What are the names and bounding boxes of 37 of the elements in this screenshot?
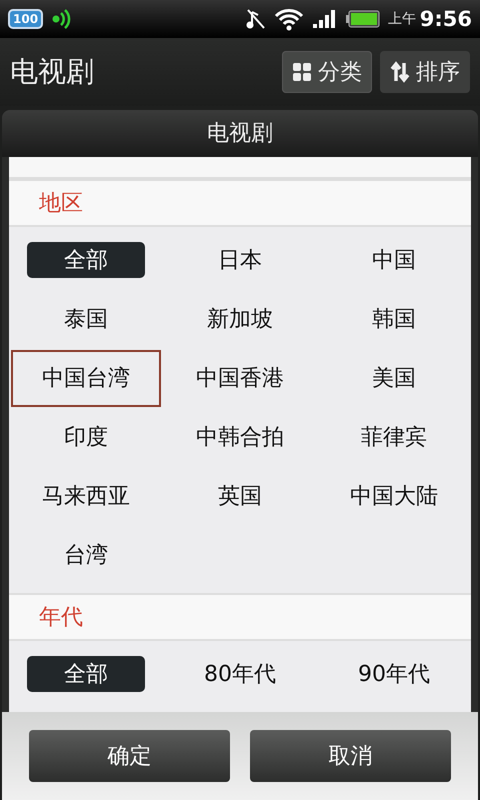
sort-icon (390, 61, 410, 83)
sort-button[interactable]: 排序 (380, 51, 470, 93)
category-button[interactable]: 分类 (282, 51, 372, 93)
filter-option[interactable]: 全部 (27, 242, 145, 278)
filter-option[interactable]: 日本 (181, 242, 299, 278)
grid-icon (292, 62, 312, 82)
filter-option[interactable]: 90年代 (335, 656, 453, 692)
section-header: 年代 (9, 592, 471, 641)
filter-option[interactable]: 印度 (27, 419, 145, 456)
clock-time: 9:56 (420, 7, 472, 31)
filter-option[interactable]: 新加坡 (181, 301, 299, 338)
time-period: 上午 (388, 10, 416, 28)
notification-badge: 100 (8, 9, 44, 29)
filter-option[interactable]: 中国大陆 (335, 478, 453, 514)
muted-music-icon (246, 8, 266, 30)
filter-option[interactable]: 美国 (335, 360, 453, 396)
broadcast-icon (51, 8, 74, 30)
filter-option[interactable]: 中韩合拍 (181, 419, 299, 456)
cancel-button[interactable]: 取消 (250, 730, 451, 782)
filter-option[interactable]: 80年代 (181, 656, 299, 692)
filter-option[interactable]: 全部 (27, 656, 145, 692)
section-header: 地区 (9, 178, 471, 227)
filter-option[interactable]: 韩国 (335, 301, 453, 338)
filter-option[interactable]: 菲律宾 (335, 419, 453, 456)
filter-option[interactable]: 中国 (335, 242, 453, 278)
popup-title: 电视剧 (2, 110, 478, 157)
filter-option[interactable]: 中国香港 (181, 360, 299, 396)
confirm-button[interactable]: 确定 (29, 730, 230, 782)
filter-option[interactable]: 英国 (181, 478, 299, 514)
battery-icon (346, 10, 380, 28)
filter-option[interactable]: 马来西亚 (27, 478, 145, 514)
filter-option[interactable]: 泰国 (27, 301, 145, 338)
signal-icon (312, 9, 338, 29)
filter-option[interactable]: 中国台湾 (11, 350, 161, 407)
page-title: 电视剧 (10, 54, 94, 90)
filter-option[interactable]: 台湾 (27, 537, 145, 574)
wifi-icon (274, 7, 304, 31)
